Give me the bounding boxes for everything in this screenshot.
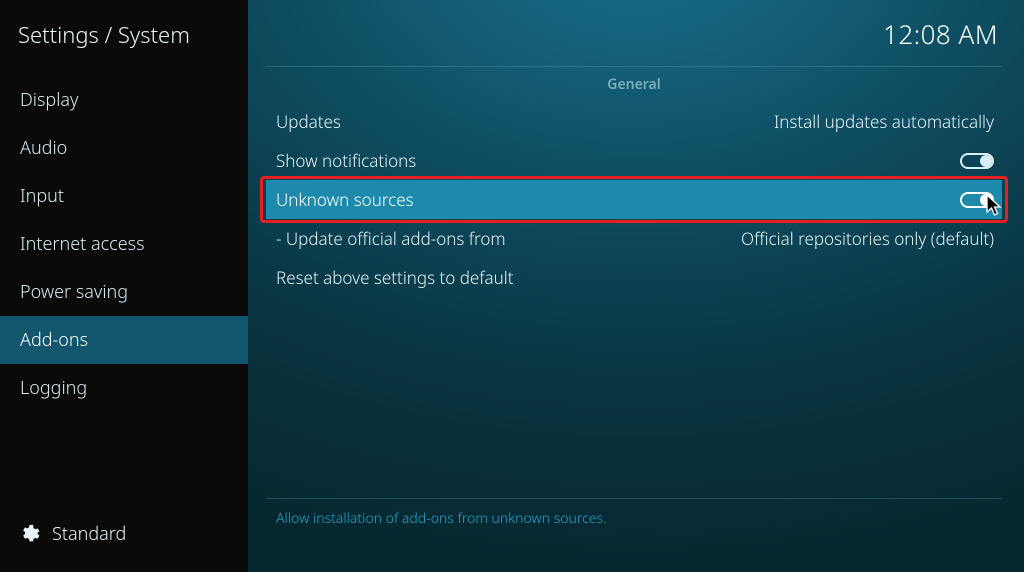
main-panel: 12:08 AM General Updates Install updates…: [248, 0, 1024, 572]
sidebar-item-logging[interactable]: Logging: [0, 364, 248, 412]
sidebar-item-input[interactable]: Input: [0, 172, 248, 220]
row-notifications-label: Show notifications: [276, 149, 416, 172]
gear-icon: [18, 523, 40, 545]
row-updates-label: Updates: [276, 110, 341, 133]
sidebar-item-audio[interactable]: Audio: [0, 124, 248, 172]
sidebar-item-power[interactable]: Power saving: [0, 268, 248, 316]
row-unknown-label: Unknown sources: [276, 188, 414, 211]
toggle-unknown-sources[interactable]: [960, 192, 994, 208]
row-updates-value: Install updates automatically: [774, 110, 994, 133]
row-show-notifications[interactable]: Show notifications: [266, 141, 1002, 180]
divider: [266, 66, 1002, 67]
row-reset-label: Reset above settings to default: [276, 266, 514, 289]
clock: 12:08 AM: [883, 16, 998, 52]
row-unknown-sources[interactable]: Unknown sources: [266, 180, 1002, 219]
section-heading-general: General: [266, 73, 1002, 102]
sidebar-item-internet[interactable]: Internet access: [0, 220, 248, 268]
sidebar-item-display[interactable]: Display: [0, 76, 248, 124]
settings-level-label: Standard: [52, 522, 126, 546]
sidebar-list: Display Audio Input Internet access Powe…: [0, 76, 248, 508]
toggle-show-notifications[interactable]: [960, 153, 994, 169]
row-official-label: - Update official add-ons from: [276, 227, 506, 250]
row-updates[interactable]: Updates Install updates automatically: [266, 102, 1002, 141]
row-official-value: Official repositories only (default): [741, 227, 994, 250]
settings-level-button[interactable]: Standard: [0, 508, 248, 572]
row-official-source[interactable]: - Update official add-ons from Official …: [266, 219, 1002, 258]
row-reset-defaults[interactable]: Reset above settings to default: [266, 258, 1002, 297]
sidebar-item-addons[interactable]: Add-ons: [0, 316, 248, 364]
sidebar: Settings / System Display Audio Input In…: [0, 0, 248, 572]
breadcrumb: Settings / System: [0, 0, 248, 76]
help-text: Allow installation of add-ons from unkno…: [266, 499, 1002, 572]
